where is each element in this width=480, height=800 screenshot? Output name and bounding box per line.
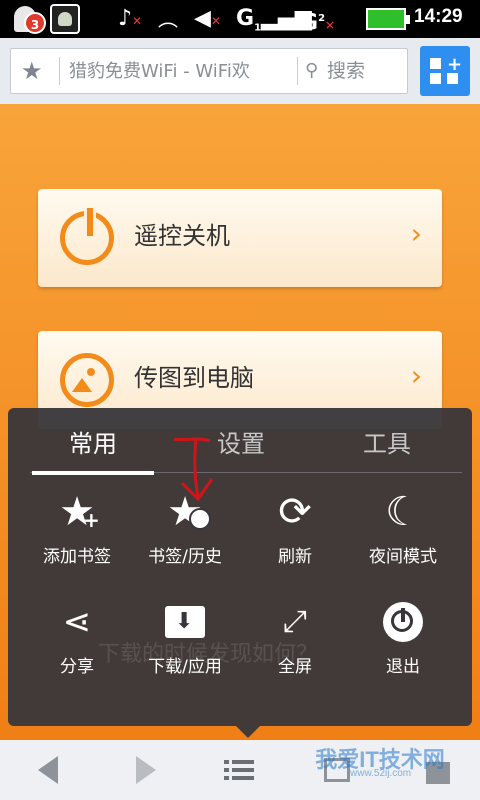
chevron-right-icon: › [410,359,422,392]
signal-2-label: G [300,10,319,36]
menu-item-label: 分享 [60,657,94,677]
wifi-icon: ︵ [158,7,178,31]
power-icon [60,208,114,265]
page-title-field[interactable]: 猎豹免费WiFi - WiFi欢 [69,59,291,85]
volume-muted-icon: ◀✕ [194,6,221,31]
menu-pointer [236,726,260,738]
menu-item-label: 添加书签 [43,547,111,567]
fullscreen-button[interactable]: ⤢ 全屏 [240,600,350,692]
browser-menu-panel: 常用 设置 工具 下载的时候发现如何？ ★ + 添加书签 ★ 书签/历史 ⟳ 刷新… [8,408,472,738]
annotation-arrow-icon [173,437,214,502]
android-icon [50,4,80,34]
menu-item-label: 夜间模式 [369,547,437,567]
menu-item-label: 全屏 [278,657,312,677]
tab-common[interactable]: 常用 [18,424,168,464]
star-plus-icon: ★ + [59,489,100,535]
moon-icon: ☾ [385,489,421,535]
grid-square [430,58,441,69]
refresh-button[interactable]: ⟳ 刷新 [240,490,350,582]
add-bookmark-button[interactable]: ★ + 添加书签 [22,490,132,582]
browser-toolbar: ★ 猎豹免费WiFi - WiFi欢 ⚲ 搜索 + [0,38,480,104]
mobile-signal-2-icon: G2✕ [300,10,336,36]
fullscreen-icon: ⤢ [283,604,307,639]
grid-square [430,73,441,84]
back-arrow-icon [38,756,58,784]
search-label: 搜索 [327,60,366,82]
forward-button[interactable] [130,752,170,788]
menu-item-label: 下载/应用 [148,657,222,677]
address-bar[interactable]: ★ 猎豹免费WiFi - WiFi欢 ⚲ 搜索 [10,48,408,94]
apps-grid-button[interactable]: + [420,46,470,96]
picture-icon [60,353,114,407]
share-button[interactable]: ⋖ 分享 [22,600,132,692]
watermark-logo: 我爱IT技术网 www.52ij.com [280,738,480,800]
chevron-right-icon: › [410,217,422,250]
music-muted-icon: ♪✕ [118,6,143,31]
menu-item-label: 书签/历史 [148,547,222,567]
search-icon: ⚲ [305,60,319,81]
exit-button[interactable]: 退出 [348,600,458,692]
tab-tools[interactable]: 工具 [312,424,462,464]
refresh-icon: ⟳ [278,489,312,535]
signal-2-sub: 2 [318,13,326,24]
search-button[interactable]: ⚲ 搜索 [301,57,401,85]
watermark-url: www.52ij.com [350,768,412,779]
night-mode-button[interactable]: ☾ 夜间模式 [348,490,458,582]
plus-icon: + [447,54,463,75]
card-label: 传图到电脑 [134,364,254,392]
signal-1-label: G [236,6,255,31]
divider [59,57,60,85]
battery-charging-icon [366,8,410,30]
status-bar: 3 ♪✕ ︵ ◀✕ G1▂▄▆ G2✕ 14:29 [0,0,480,38]
divider [297,57,298,85]
card-label: 遥控关机 [134,222,230,250]
share-icon: ⋖ [62,602,92,642]
back-button[interactable] [30,752,70,788]
forward-arrow-icon [136,756,156,784]
downloads-apps-button[interactable]: ⬇ 下载/应用 [130,600,240,692]
notification-count-badge: 3 [24,12,46,34]
download-folder-icon: ⬇ [163,600,207,644]
remote-shutdown-card[interactable]: 遥控关机 › [38,189,442,287]
signal-1-sub: 1 [254,22,262,34]
clock: 14:29 [414,6,463,27]
power-icon [381,600,425,644]
active-tab-indicator [32,471,154,475]
menu-button[interactable] [222,752,262,788]
bookmark-star-icon[interactable]: ★ [21,57,43,85]
menu-item-label: 刷新 [278,547,312,567]
menu-item-label: 退出 [386,657,420,677]
